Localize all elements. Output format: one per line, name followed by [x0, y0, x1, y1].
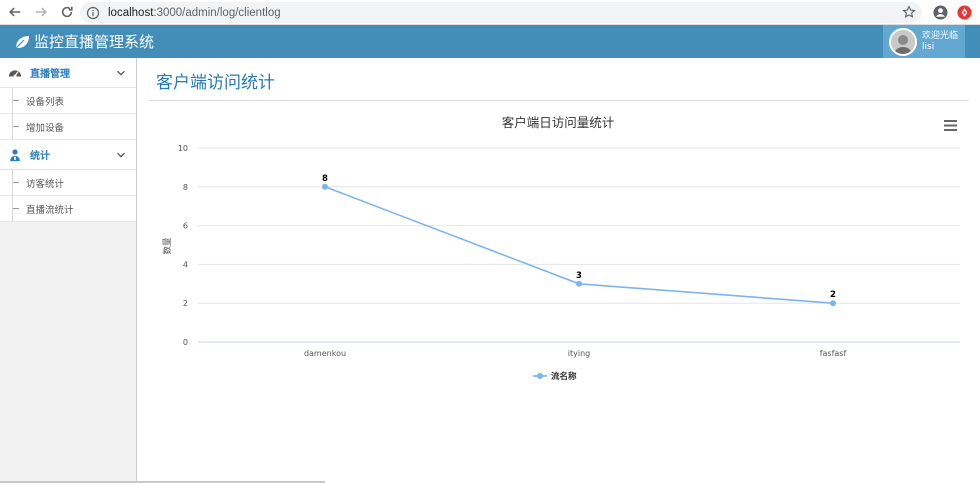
y-tick-label: 0	[183, 338, 188, 347]
sidebar-menu: 直播管理 设备列表 增加设备 统计 访客统计 直播流统计	[0, 58, 136, 222]
arrow-right-icon	[35, 7, 47, 17]
title-divider	[149, 100, 969, 101]
avatar-image	[891, 29, 915, 54]
sidebar-item-label: 直播流统计	[26, 204, 74, 216]
chart-grid	[198, 147, 960, 343]
user-stats-icon	[10, 148, 20, 161]
y-axis-label: 数量	[162, 237, 173, 255]
url-host: localhost	[108, 6, 154, 19]
account-icon[interactable]	[933, 5, 948, 20]
chevron-down-icon	[117, 70, 125, 76]
browser-toolbar: localhost:3000/admin/log/clientlog	[0, 0, 980, 25]
sidebar-item-label: 访客统计	[26, 178, 65, 190]
app-title: 监控直播管理系统	[34, 33, 155, 51]
dashboard-icon	[8, 69, 22, 77]
sidebar-group-label: 统计	[30, 151, 50, 162]
brand[interactable]: 监控直播管理系统	[14, 25, 154, 58]
tree-dash	[13, 126, 19, 127]
y-axis-ticks: 0 2 4 6 8 10	[178, 144, 188, 347]
sidebar-item-label: 设备列表	[26, 96, 65, 108]
chart-series: 8 3 2	[321, 173, 837, 307]
y-tick-label: 8	[183, 183, 188, 192]
forward-button[interactable]	[30, 1, 52, 23]
chart-menu-icon[interactable]	[944, 120, 957, 131]
data-point[interactable]	[322, 183, 328, 190]
sidebar: 直播管理 设备列表 增加设备 统计 访客统计 直播流统计	[0, 58, 137, 483]
tree-line	[12, 88, 13, 114]
legend-label: 流名称	[551, 371, 577, 382]
x-tick-label: damenkou	[304, 349, 346, 358]
tree-dash	[13, 208, 19, 209]
data-point[interactable]	[576, 280, 582, 287]
user-menu[interactable]: 欢迎光临 lisi	[883, 25, 965, 58]
reload-button[interactable]	[56, 1, 78, 23]
leaf-icon	[15, 35, 29, 48]
sidebar-group-stats[interactable]: 统计	[0, 140, 136, 170]
tree-line	[12, 170, 13, 196]
chevron-down-icon	[117, 152, 125, 158]
x-axis-ticks: damenkou itying fasfasf	[304, 349, 847, 358]
user-name: lisi	[922, 41, 935, 52]
chart-title: 客户端日访问量统计	[502, 115, 615, 130]
x-tick-label: fasfasf	[820, 349, 847, 358]
info-icon[interactable]	[86, 6, 100, 20]
app-header: 监控直播管理系统 欢迎光临 lisi	[0, 25, 980, 58]
tree-dash	[13, 100, 19, 101]
sidebar-group-live[interactable]: 直播管理	[0, 58, 136, 88]
tree-line	[12, 196, 13, 222]
bookmark-star-icon[interactable]	[902, 5, 916, 19]
tree-line	[12, 114, 13, 140]
y-tick-label: 4	[183, 260, 188, 269]
url-path: :3000/admin/log/clientlog	[153, 6, 281, 19]
sidebar-item-device-list[interactable]: 设备列表	[0, 88, 136, 114]
sidebar-item-label: 增加设备	[26, 122, 65, 134]
chart-legend[interactable]: 流名称	[533, 371, 577, 382]
address-bar[interactable]: localhost:3000/admin/log/clientlog	[80, 2, 922, 23]
sidebar-group-label: 直播管理	[30, 69, 70, 80]
avatar	[889, 27, 917, 56]
tree-dash	[13, 182, 19, 183]
arrow-left-icon	[9, 7, 21, 17]
user-info: 欢迎光临 lisi	[922, 31, 958, 53]
data-label: 2	[830, 290, 836, 300]
sidebar-item-add-device[interactable]: 增加设备	[0, 114, 136, 140]
data-label: 3	[576, 271, 582, 281]
url-text: localhost:3000/admin/log/clientlog	[108, 7, 281, 19]
x-tick-label: itying	[568, 349, 590, 358]
sidebar-item-visitor-stats[interactable]: 访客统计	[0, 170, 136, 196]
y-tick-label: 10	[178, 144, 188, 153]
sidebar-item-stream-stats[interactable]: 直播流统计	[0, 196, 136, 222]
back-button[interactable]	[4, 1, 26, 23]
line-chart: 客户端日访问量统计 0 2 4 6 8 10 数量 damenkou itying fasfa…	[162, 115, 960, 382]
page-title: 客户端访问统计	[156, 73, 275, 93]
legend-marker	[537, 373, 543, 379]
reload-icon	[61, 6, 73, 18]
y-tick-label: 6	[183, 222, 188, 231]
y-tick-label: 2	[183, 299, 188, 308]
user-greeting: 欢迎光临	[922, 30, 959, 41]
extension-icon[interactable]	[957, 5, 972, 20]
data-point[interactable]	[830, 300, 836, 307]
data-label: 8	[322, 174, 328, 184]
